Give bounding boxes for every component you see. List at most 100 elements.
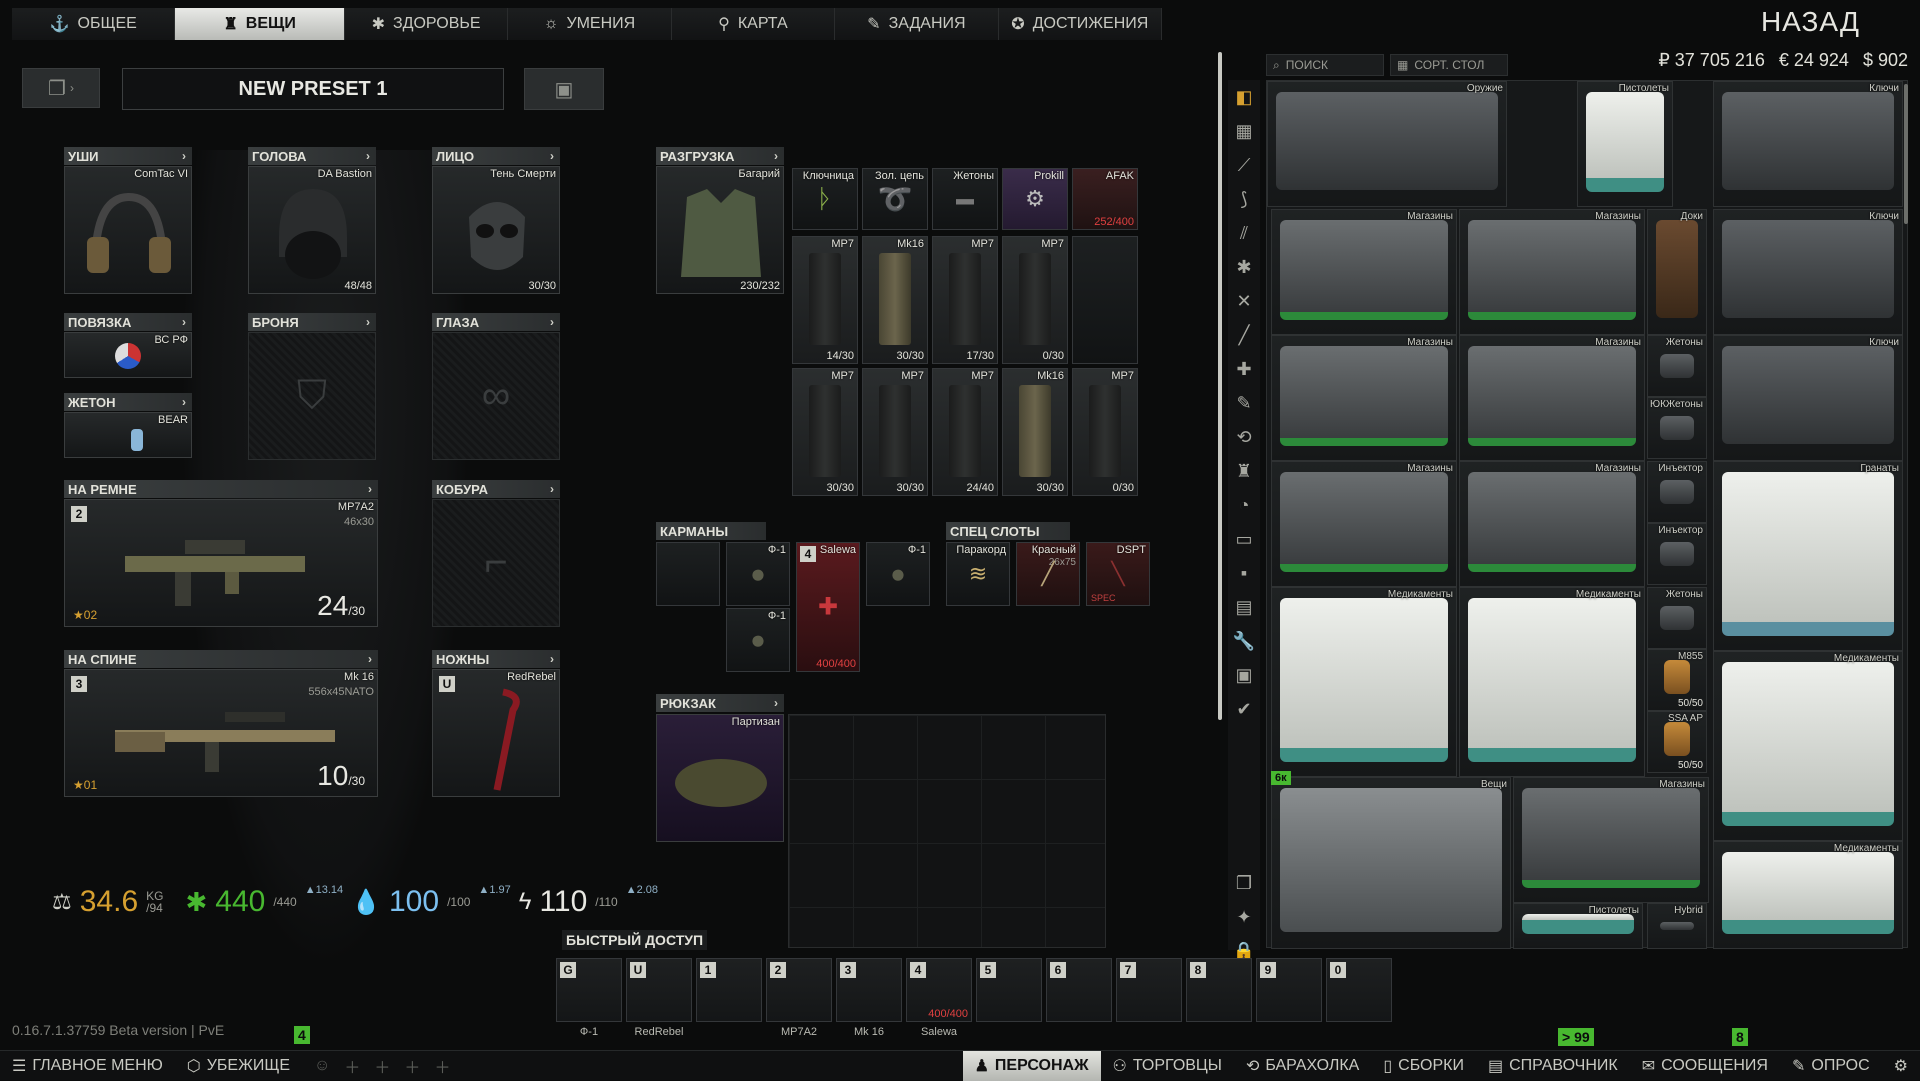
stash-case-white[interactable]: Медикаменты <box>1713 841 1903 949</box>
slot-melee[interactable]: RedRebel U <box>432 669 560 797</box>
headwear-filter-icon[interactable]: ◔ <box>1228 488 1260 522</box>
rig-item-gold-chain[interactable]: Зол. цепь ➰ <box>862 168 928 230</box>
nav-survey[interactable]: ✎ ОПРОС <box>1780 1051 1882 1081</box>
meds-filter-icon[interactable]: ✚ <box>1228 352 1260 386</box>
rig-mag-3[interactable]: MP7 17/30 <box>932 236 998 364</box>
pin-icon[interactable]: ✦ <box>1228 900 1260 934</box>
info-filter-icon[interactable]: ▤ <box>1228 590 1260 624</box>
slot-holster[interactable]: ⌐ <box>432 499 560 627</box>
tab-map[interactable]: ⚲ КАРТА <box>671 8 836 40</box>
preset-name-field[interactable]: NEW PRESET 1 <box>122 68 504 110</box>
stash-case-small[interactable]: Hybrid <box>1647 903 1707 949</box>
nav-traders[interactable]: ⚇ ТОРГОВЦЫ <box>1101 1051 1234 1081</box>
plus-icon[interactable]: ＋ <box>344 1054 360 1078</box>
slot-dogtag[interactable]: BEAR <box>64 412 192 458</box>
preset-save-button[interactable]: ▣ <box>524 68 604 110</box>
stash-scrollbar[interactable] <box>1904 84 1908 224</box>
slot-header-back[interactable]: НА СПИНЕ › <box>64 650 378 668</box>
rig-mag-1[interactable]: MP7 14/30 <box>792 236 858 364</box>
rig-item-dogtags[interactable]: Жетоны ▬ <box>932 168 998 230</box>
slot-header-dogtag[interactable]: ЖЕТОН › <box>64 393 192 411</box>
gear-scrollbar[interactable] <box>1218 52 1222 720</box>
stash-case-green[interactable]: Магазины <box>1271 209 1457 335</box>
pocket-salewa[interactable]: 4 Salewa ✚ 400/400 <box>796 542 860 672</box>
slot-header-ears[interactable]: УШИ › <box>64 147 192 165</box>
quick-slot-2[interactable]: 2 MP7A2 <box>766 958 832 1038</box>
quick-slot-3[interactable]: 3 Mk 16 <box>836 958 902 1038</box>
repair-filter-icon[interactable]: 🔧 <box>1228 624 1260 658</box>
slot-header-eyes[interactable]: ГЛАЗА › <box>432 313 560 331</box>
slot-header-holster[interactable]: КОБУРА › <box>432 480 560 498</box>
nav-hideout[interactable]: ⬡ УБЕЖИЩЕ <box>175 1051 302 1081</box>
nav-messages[interactable]: ✉ СООБЩЕНИЯ <box>1630 1051 1780 1081</box>
special-paracord[interactable]: Паракорд ≋ <box>946 542 1010 606</box>
slot-back-weapon[interactable]: Mk 16 556x45NATO 3 ★01 10/30 <box>64 669 378 797</box>
stash-case-key[interactable]: Ключи <box>1713 209 1903 335</box>
backpack-grid[interactable] <box>788 714 1106 948</box>
rig-item-prokill[interactable]: Prokill ⚙ <box>1002 168 1068 230</box>
slot-header-backpack[interactable]: РЮКЗАК › <box>656 694 784 712</box>
nav-character[interactable]: ♟ ПЕРСОНАЖ <box>962 1050 1101 1081</box>
slot-ears[interactable]: ComTac VI <box>64 166 192 294</box>
stash-case-small[interactable]: ЮКЖетоны <box>1647 397 1707 459</box>
rig-item-afak[interactable]: AFAK 252/400 <box>1072 168 1138 230</box>
stash-case-green[interactable]: Магазины <box>1271 335 1457 461</box>
slot-face[interactable]: Тень Смерти 30/30 <box>432 166 560 294</box>
stash-case-white[interactable]: Медикаменты <box>1713 651 1903 841</box>
tab-general[interactable]: ⚓ ОБЩЕЕ <box>12 8 176 40</box>
stash-search-input[interactable]: ⌕ ПОИСК <box>1266 54 1384 76</box>
plus-icon[interactable]: ＋ <box>374 1054 390 1078</box>
slot-head[interactable]: DA Bastion 48/48 <box>248 166 376 294</box>
ammo-filter-icon[interactable]: ⫽ <box>1228 216 1260 250</box>
rig-item-keytool[interactable]: Ключница ᚦ <box>792 168 858 230</box>
stash-case-key[interactable]: Ключи <box>1713 81 1903 207</box>
slot-backpack[interactable]: Партизан <box>656 714 784 842</box>
quick-slot-G[interactable]: G Ф-1 <box>556 958 622 1038</box>
quick-slot-U[interactable]: U RedRebel <box>626 958 692 1038</box>
stash-grid[interactable]: Оружие Пистолеты Ключи Магазины Магазины Доки… <box>1266 80 1908 949</box>
stash-case-ammo[interactable]: SSA AP 50/50 <box>1647 711 1707 773</box>
rig-mag-9[interactable]: MP7 0/30 <box>1072 368 1138 496</box>
slot-sling-weapon[interactable]: MP7A2 46x30 2 ★02 24/30 <box>64 499 378 627</box>
weapons-filter-icon[interactable]: ⟋ <box>1228 148 1260 182</box>
plus-icon[interactable]: ＋ <box>434 1054 450 1078</box>
gear-filter-icon[interactable]: ♜ <box>1228 454 1260 488</box>
keys-filter-icon[interactable]: ▪ <box>1228 556 1260 590</box>
quick-slot-5[interactable]: 5 <box>976 958 1042 1022</box>
provisions-filter-icon[interactable]: ✎ <box>1228 386 1260 420</box>
stash-case-green[interactable]: Магазины <box>1513 777 1709 903</box>
quick-slot-4[interactable]: 4 400/400 Salewa <box>906 958 972 1038</box>
nav-handbook[interactable]: ▤ СПРАВОЧНИК <box>1476 1051 1630 1081</box>
slot-armband[interactable]: ВС РФ <box>64 332 192 378</box>
copy-icon[interactable]: ❐ <box>1228 866 1260 900</box>
stash-case-small[interactable]: Инъектор <box>1647 461 1707 523</box>
stash-case-green[interactable]: Магазины <box>1459 461 1645 587</box>
rig-mag-5[interactable]: MP7 30/30 <box>792 368 858 496</box>
tab-achievements[interactable]: ✪ ДОСТИЖЕНИЯ <box>998 8 1163 40</box>
slot-header-rig[interactable]: РАЗГРУЗКА › <box>656 147 784 165</box>
slot-header-melee[interactable]: НОЖНЫ › <box>432 650 560 668</box>
rig-mag-8[interactable]: Mk16 30/30 <box>1002 368 1068 496</box>
nav-main-menu[interactable]: ☰ ГЛАВНОЕ МЕНЮ <box>0 1051 175 1081</box>
nav-flea-market[interactable]: ⟲ БАРАХОЛКА <box>1234 1051 1371 1081</box>
pocket-grenade-1[interactable]: Ф-1 ● <box>726 542 790 606</box>
pocket-grenade-3[interactable]: Ф-1 ● <box>866 542 930 606</box>
back-button[interactable]: НАЗАД <box>1761 6 1860 38</box>
quick-slot-8[interactable]: 8 <box>1186 958 1252 1022</box>
tab-gear[interactable]: ♜ ВЕЩИ <box>175 8 345 40</box>
quick-slot-9[interactable]: 9 <box>1256 958 1322 1022</box>
rig-empty-cell[interactable] <box>1072 236 1138 364</box>
slot-header-face[interactable]: ЛИЦО › <box>432 147 560 165</box>
slot-header-armband[interactable]: ПОВЯЗКА › <box>64 313 192 331</box>
favorite-filter-icon[interactable]: ◧ <box>1228 80 1260 114</box>
mods-filter-icon[interactable]: ⟆ <box>1228 182 1260 216</box>
stash-case-docs[interactable]: Доки <box>1647 209 1707 335</box>
tab-health[interactable]: ✱ ЗДОРОВЬЕ <box>344 8 509 40</box>
stash-case-white[interactable]: Пистолеты <box>1513 903 1643 949</box>
slot-eyes[interactable]: ∞ <box>432 332 560 460</box>
slot-armor[interactable]: ⛉ <box>248 332 376 460</box>
special-dspt[interactable]: DSPT ╲ SPEC <box>1086 542 1150 606</box>
pocket-empty[interactable] <box>656 542 720 606</box>
preset-list-button[interactable]: ❐ › <box>22 68 100 108</box>
found-in-raid-filter-icon[interactable]: ✔ <box>1228 692 1260 726</box>
